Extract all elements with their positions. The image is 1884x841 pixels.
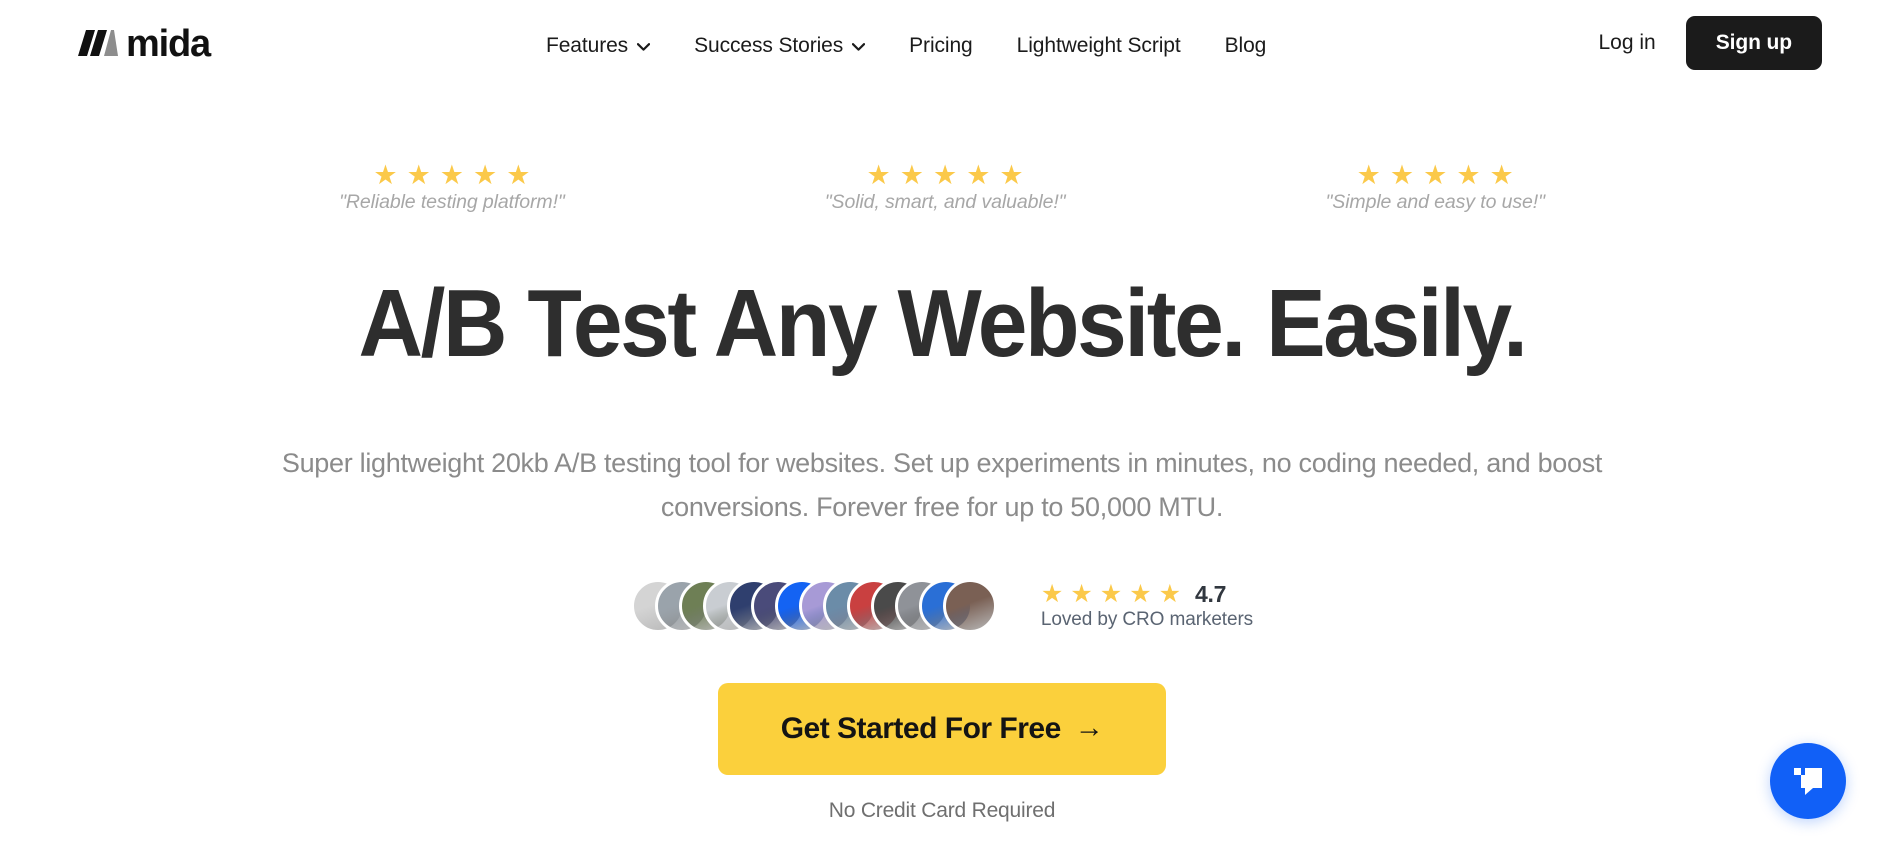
testimonial-strip: ★ ★ ★ ★ ★ "Reliable testing platform!" ★… [0,162,1884,214]
rating-stars-row: ★ ★ ★ ★ ★ 4.7 [1041,581,1226,608]
cta-label: Get Started For Free [780,712,1062,745]
star-icon: ★ [1489,160,1514,190]
testimonial-quote: "Simple and easy to use!" [1325,191,1545,213]
testimonial-3: ★ ★ ★ ★ ★ "Simple and easy to use!" [1325,162,1545,214]
star-icon: ★ [406,160,431,190]
star-icon: ★ [1099,580,1123,608]
chevron-down-icon [852,43,866,51]
get-started-button[interactable]: Get Started For Free → [718,683,1166,775]
star-icon: ★ [1129,580,1152,608]
star-rating: ★ ★ ★ ★ ★ [373,162,530,189]
cta-note: No Credit Card Required [828,799,1056,822]
hero-subtitle: Super lightweight 20kb A/B testing tool … [281,448,1603,522]
star-icon: ★ [1456,160,1481,190]
star-rating: ★ ★ ★ ★ ★ [1357,162,1514,189]
landing-page: mida Features Success Stories Pricing Li… [0,0,1884,841]
hero-headline: A/B Test Any Website. Easily. [358,270,1528,377]
main-navigation: Features Success Stories Pricing Lightwe… [524,28,1288,64]
rating-caption: Loved by CRO marketers [1040,609,1254,630]
star-icon: ★ [1389,160,1415,190]
star-icon: ★ [473,160,498,190]
chat-widget-button[interactable] [1770,743,1846,819]
star-icon: ★ [866,160,891,190]
star-icon: ★ [932,160,958,190]
nav-item-lightweight-script[interactable]: Lightweight Script [995,28,1203,64]
avatar [942,579,997,633]
arrow-right-icon: → [1074,711,1104,744]
nav-label: Blog [1224,34,1267,57]
testimonial-quote: "Reliable testing platform!" [339,191,565,213]
star-icon: ★ [1158,580,1182,608]
site-header: mida Features Success Stories Pricing Li… [0,0,1884,100]
star-icon: ★ [1070,580,1093,608]
testimonial-quote: "Solid, smart, and valuable!" [824,191,1066,213]
star-icon: ★ [439,160,464,190]
star-icon: ★ [373,160,398,190]
nav-label: Pricing [909,34,973,57]
signup-button[interactable]: Sign up [1685,16,1822,70]
logo[interactable]: mida [78,22,211,66]
mida-bars-logo-icon [78,26,124,63]
nav-label: Lightweight Script [1016,34,1181,57]
star-icon: ★ [999,160,1024,190]
testimonial-1: ★ ★ ★ ★ ★ "Reliable testing platform!" [339,162,565,214]
rating-block: ★ ★ ★ ★ ★ 4.7 Loved by CRO marketers [1041,581,1253,631]
chevron-down-icon [637,43,651,51]
nav-label: Features [546,34,629,57]
nav-item-success-stories[interactable]: Success Stories [672,28,887,64]
star-icon: ★ [1040,580,1064,608]
star-icon: ★ [1356,160,1381,190]
nav-item-features[interactable]: Features [524,28,672,64]
cta-section: Get Started For Free → No Credit Card Re… [0,683,1884,823]
star-icon: ★ [506,160,531,190]
logo-text: mida [126,23,211,65]
login-link[interactable]: Log in [1594,23,1659,63]
chat-bubble-icon [1790,762,1826,801]
star-rating: ★ ★ ★ ★ ★ [867,162,1024,189]
star-icon: ★ [1423,160,1448,190]
nav-label: Success Stories [694,34,844,57]
star-icon: ★ [899,160,924,190]
testimonial-2: ★ ★ ★ ★ ★ "Solid, smart, and valuable!" [825,162,1066,214]
rating-value: 4.7 [1195,581,1227,607]
nav-item-pricing[interactable]: Pricing [887,28,995,64]
avatar-group [630,578,997,634]
star-icon: ★ [966,160,991,190]
social-proof: ★ ★ ★ ★ ★ 4.7 Loved by CRO marketers [0,578,1884,634]
auth-actions: Log in Sign up [1594,16,1822,70]
nav-item-blog[interactable]: Blog [1203,28,1289,64]
